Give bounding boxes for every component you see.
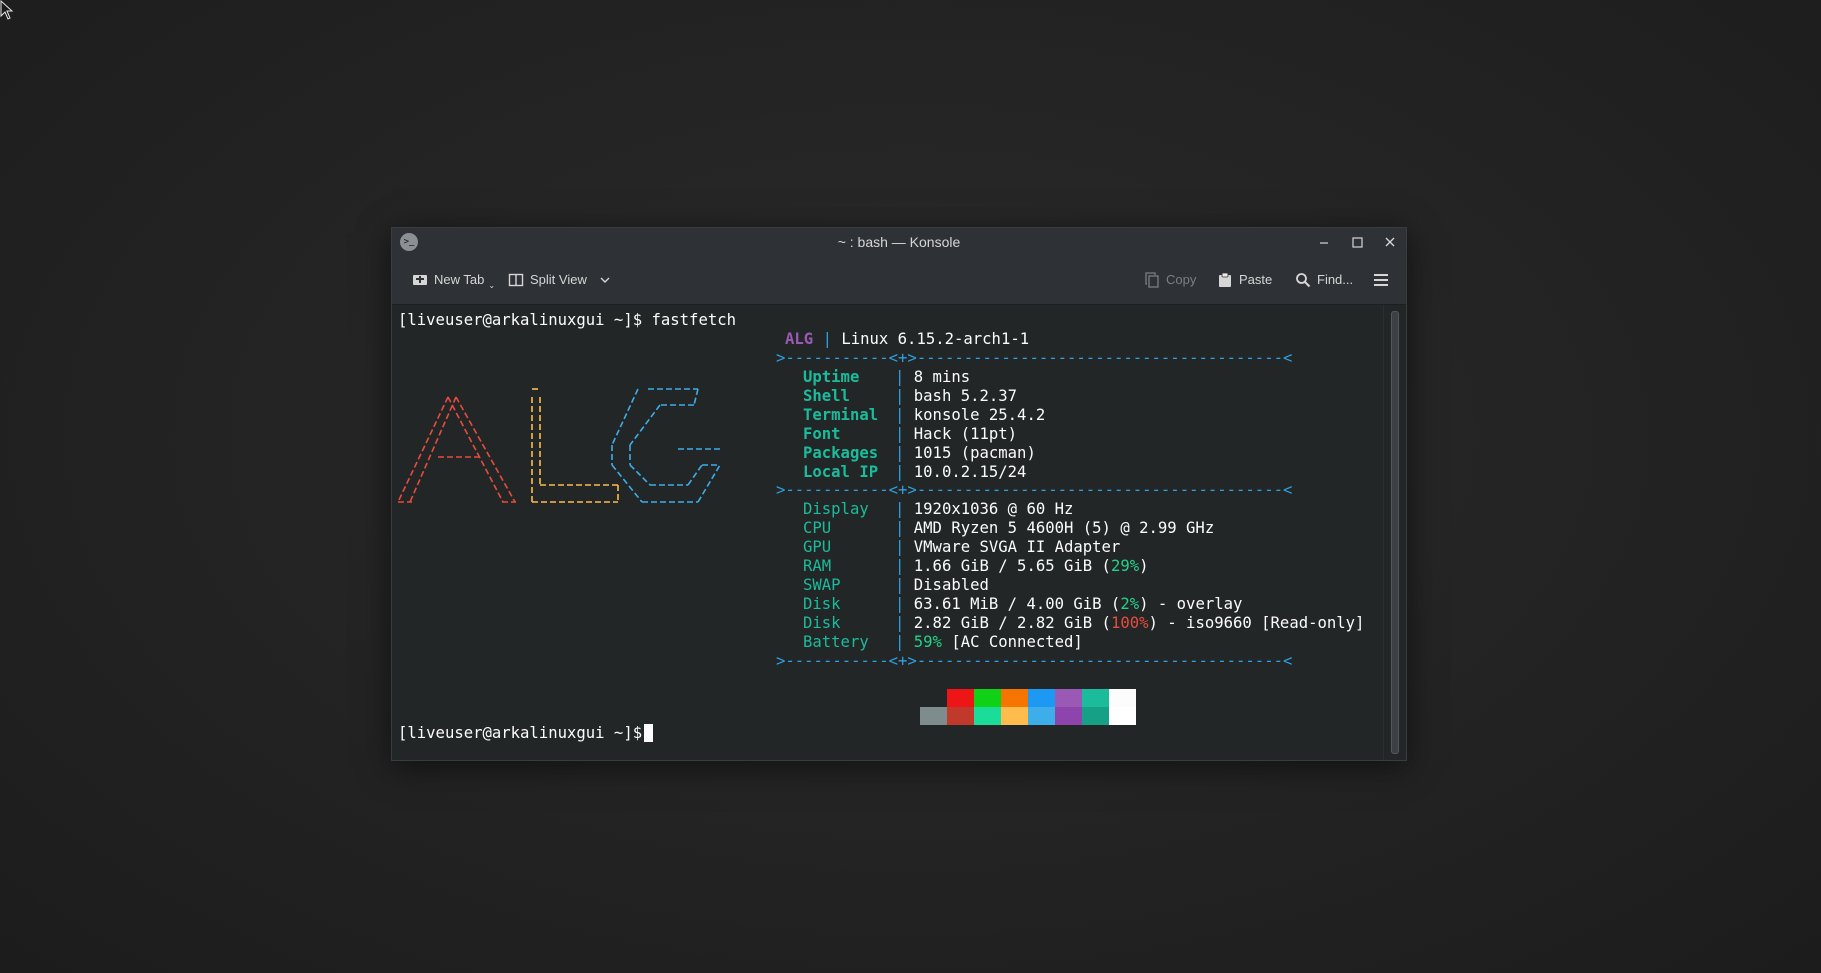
info-value: Hack (11pt)	[913, 425, 1018, 443]
color-swatch-top-1	[947, 689, 974, 707]
info-key: Packages	[803, 444, 879, 462]
info-separator: |	[895, 425, 905, 443]
copy-label: Copy	[1166, 272, 1197, 287]
color-swatch-top-0	[920, 689, 947, 707]
info-row-battery: Battery | 59% [AC Connected]	[803, 633, 1083, 651]
distro-short: ALG	[785, 330, 814, 348]
info-value: 1015 (pacman)	[913, 444, 1036, 462]
paste-button[interactable]: Paste	[1217, 270, 1272, 290]
color-swatch-bottom-7	[1109, 707, 1136, 725]
info-row-packages: Packages | 1015 (pacman)	[803, 444, 1036, 462]
text-cursor	[644, 724, 653, 742]
color-swatch-bottom-6	[1082, 707, 1109, 725]
info-key: Font	[803, 425, 841, 443]
new-tab-menu-indicator-icon: ⌄	[488, 281, 496, 290]
color-swatch-top-3	[1001, 689, 1028, 707]
close-icon[interactable]	[1380, 232, 1400, 252]
maximize-icon[interactable]	[1347, 232, 1367, 252]
info-row-font: Font | Hack (11pt)	[803, 425, 1017, 443]
chevron-down-icon[interactable]	[599, 274, 611, 286]
info-row-cpu: CPU | AMD Ryzen 5 4600H (5) @ 2.99 GHz	[803, 519, 1215, 537]
info-row-display: Display | 1920x1036 @ 60 Hz	[803, 500, 1074, 518]
info-row-disk-overlay: Disk | 63.61 MiB / 4.00 GiB (2%) - overla…	[803, 595, 1243, 613]
alg-ascii-logo-art	[398, 388, 721, 503]
color-swatch-bottom-2	[974, 707, 1001, 725]
info-value: 10.0.2.15/24	[913, 463, 1027, 481]
hamburger-menu-icon	[1374, 274, 1388, 286]
copy-icon	[1145, 272, 1159, 288]
divider-middle: >-----------<+>-------------------------…	[776, 481, 1293, 499]
split-view-button[interactable]: Split View	[508, 270, 611, 290]
prompt: [liveuser@arkalinuxgui ~]$	[398, 311, 643, 329]
toolbar: New Tab ⌄ Split View Copy Paste Find...	[392, 256, 1406, 305]
color-swatch-top-2	[974, 689, 1001, 707]
hamburger-menu-button[interactable]	[1373, 270, 1389, 290]
color-swatch-bottom-0	[920, 707, 947, 725]
new-tab-label: New Tab	[434, 272, 485, 287]
info-value: 8 mins	[913, 368, 971, 386]
color-swatch-top-5	[1055, 689, 1082, 707]
mouse-cursor-icon	[0, 0, 14, 20]
split-view-icon	[508, 273, 524, 287]
color-swatch-bottom-1	[947, 707, 974, 725]
info-separator: |	[895, 463, 905, 481]
info-row-uptime: Uptime | 8 mins	[803, 368, 970, 386]
new-tab-icon	[413, 275, 427, 285]
minimize-icon[interactable]	[1314, 232, 1334, 252]
info-key: Local IP	[803, 463, 879, 481]
info-row-disk-iso: Disk | 2.82 GiB / 2.82 GiB (100%) - iso96…	[803, 614, 1365, 632]
info-row-gpu: GPU | VMware SVGA II Adapter	[803, 538, 1121, 556]
new-tab-button[interactable]: New Tab ⌄	[412, 270, 495, 290]
info-key: Uptime	[803, 368, 860, 386]
color-swatch-bottom-3	[1001, 707, 1028, 725]
info-row-local-ip: Local IP | 10.0.2.15/24	[803, 463, 1026, 481]
info-value: bash 5.2.37	[913, 387, 1018, 405]
divider-top: >-----------<+>-------------------------…	[776, 349, 1293, 367]
info-key: Terminal	[803, 406, 879, 424]
split-view-label: Split View	[530, 272, 587, 287]
scrollbar-thumb[interactable]	[1391, 311, 1399, 754]
search-icon	[1296, 273, 1311, 288]
info-key: Shell	[803, 387, 850, 405]
info-separator: |	[895, 387, 905, 405]
title-bar[interactable]: >_ ~ : bash — Konsole	[392, 228, 1406, 256]
info-separator: |	[895, 406, 905, 424]
info-value: konsole 25.4.2	[913, 406, 1046, 424]
info-separator: |	[895, 368, 905, 386]
prompt: [liveuser@arkalinuxgui ~]$	[398, 724, 643, 742]
window-title: ~ : bash — Konsole	[837, 234, 961, 250]
find-button[interactable]: Find...	[1295, 270, 1353, 290]
color-swatch-bottom-4	[1028, 707, 1055, 725]
active-prompt-line[interactable]: [liveuser@arkalinuxgui ~]$	[398, 724, 652, 742]
color-swatch-top-6	[1082, 689, 1109, 707]
color-swatch-top-7	[1109, 689, 1136, 707]
info-row-swap: SWAP | Disabled	[803, 576, 989, 594]
paste-label: Paste	[1239, 272, 1273, 287]
konsole-window: >_ ~ : bash — Konsole New Tab ⌄ Split Vi…	[391, 227, 1407, 761]
copy-button[interactable]: Copy	[1144, 270, 1196, 290]
color-swatch-top-4	[1028, 689, 1055, 707]
info-row-shell: Shell | bash 5.2.37	[803, 387, 1017, 405]
color-swatch-bottom-5	[1055, 707, 1082, 725]
info-separator: |	[895, 444, 905, 462]
paste-icon	[1219, 272, 1231, 287]
terminal-area[interactable]: [liveuser@arkalinuxgui ~]$ fastfetch ALG…	[392, 305, 1384, 760]
command-line: [liveuser@arkalinuxgui ~]$ fastfetch	[398, 311, 736, 329]
kernel-value: Linux 6.15.2-arch1-1	[841, 330, 1030, 348]
divider-bottom: >-----------<+>-------------------------…	[776, 652, 1293, 670]
fastfetch-header: ALG | Linux 6.15.2-arch1-1	[785, 330, 1029, 348]
scrollbar[interactable]	[1383, 305, 1406, 760]
info-row-ram: RAM | 1.66 GiB / 5.65 GiB (29%)	[803, 557, 1149, 575]
info-row-terminal: Terminal | konsole 25.4.2	[803, 406, 1045, 424]
command: fastfetch	[651, 311, 737, 329]
header-separator: |	[822, 330, 832, 348]
find-label: Find...	[1317, 272, 1354, 287]
